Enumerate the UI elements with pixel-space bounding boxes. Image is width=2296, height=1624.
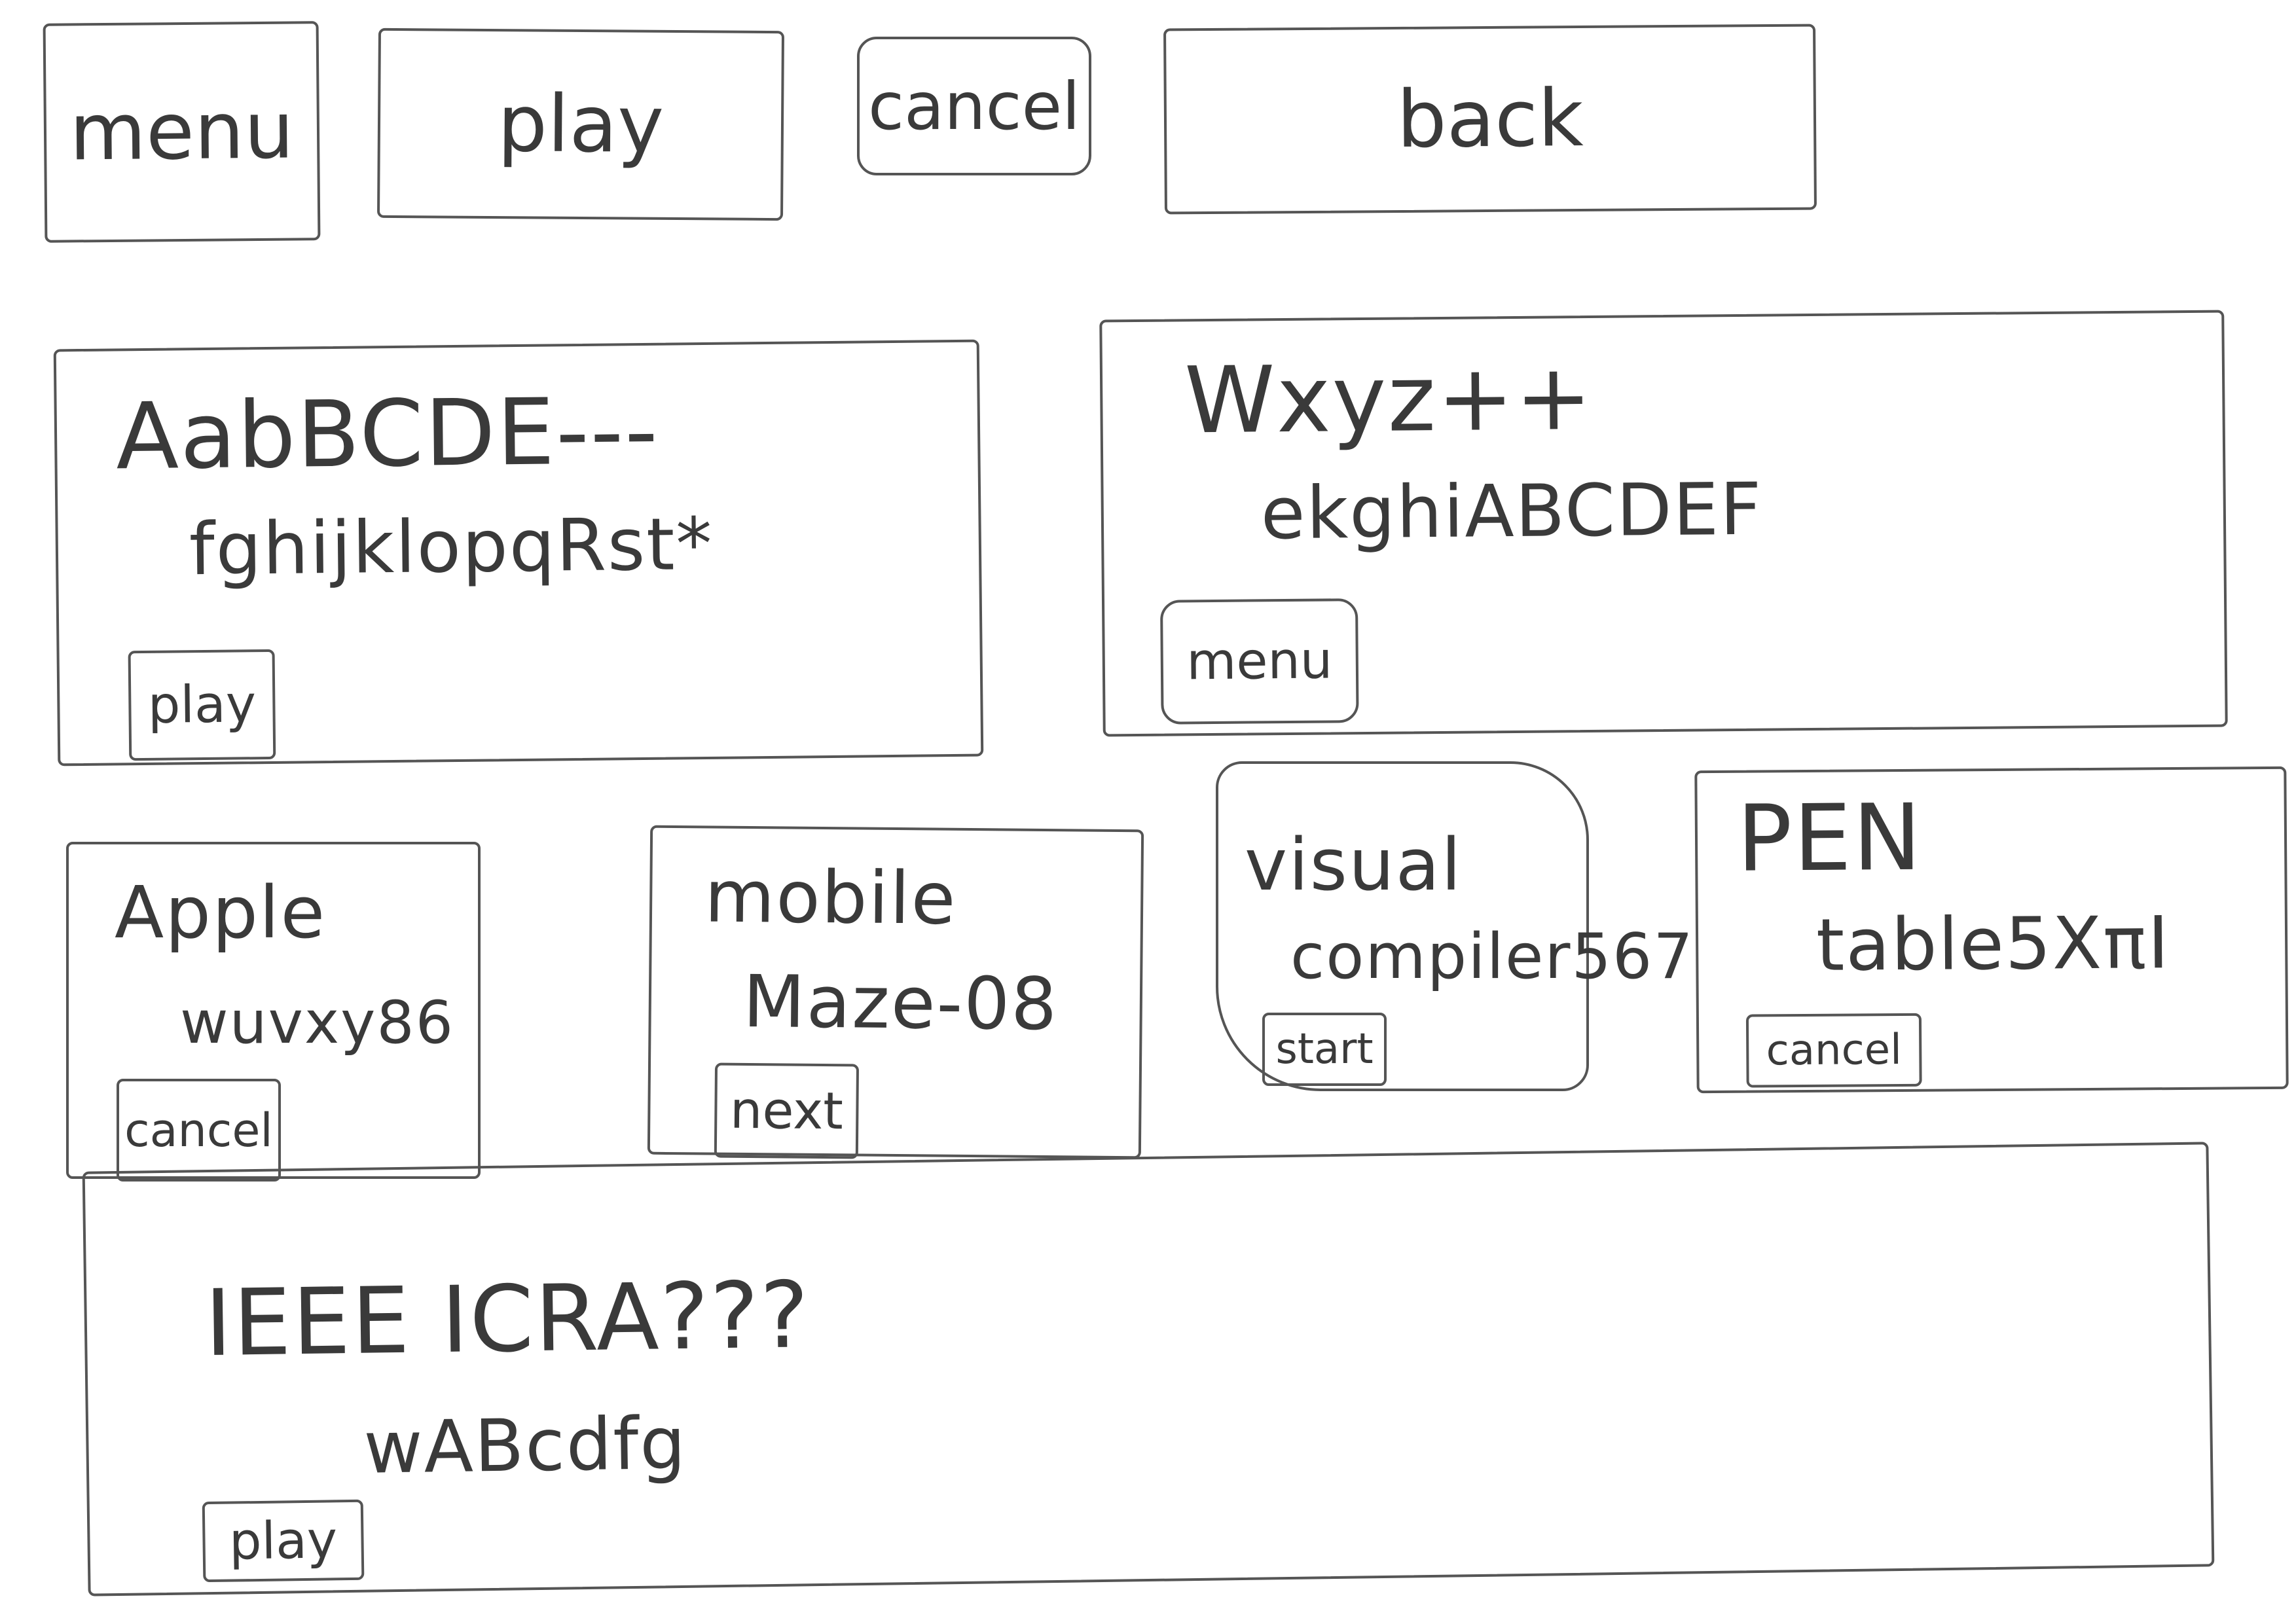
back-button-label: back xyxy=(1396,73,1584,166)
cancel-button[interactable]: cancel xyxy=(857,37,1091,175)
card-apple: Apple wuvxy86 cancel xyxy=(66,842,481,1182)
card-wxyz: Wxyz++ ekghiABCDEF menu xyxy=(1099,310,2228,737)
card-subtitle: compiler567 xyxy=(1290,921,1694,993)
card-play-button[interactable]: play xyxy=(202,1499,365,1583)
card-menu-button[interactable]: menu xyxy=(1159,598,1359,725)
button-label: start xyxy=(1275,1025,1374,1074)
card-next-button[interactable]: next xyxy=(714,1062,860,1159)
card-visual: visual compiler567 start xyxy=(1216,761,1693,1091)
card-start-button[interactable]: start xyxy=(1262,1013,1387,1086)
card-subtitle: wuvxy86 xyxy=(180,988,454,1057)
play-button[interactable]: play xyxy=(376,27,785,221)
card-cancel-button[interactable]: cancel xyxy=(117,1079,281,1182)
card-title: IEEE ICRA??? xyxy=(204,1262,811,1378)
card-title: PEN xyxy=(1736,784,1923,893)
card-alphabet: AabBCDE--- fghijklopqRst* play xyxy=(53,339,984,767)
card-pen: PEN table5XπI cancel xyxy=(1694,766,2289,1094)
card-title: mobile xyxy=(704,854,957,941)
button-label: play xyxy=(147,675,257,735)
card-subtitle: Maze-08 xyxy=(742,959,1059,1047)
button-label: cancel xyxy=(1766,1025,1903,1075)
button-label: next xyxy=(729,1081,844,1141)
card-title: visual xyxy=(1245,823,1463,907)
play-button-label: play xyxy=(497,78,665,171)
button-label: menu xyxy=(1186,631,1333,692)
card-subtitle: wABcdfg xyxy=(363,1401,687,1490)
menu-button[interactable]: menu xyxy=(43,21,321,243)
card-title: Wxyz++ xyxy=(1184,344,1594,455)
card-subtitle: fghijklopqRst* xyxy=(189,501,714,592)
card-ieee: IEEE ICRA??? wABcdfg play xyxy=(82,1142,2215,1597)
menu-button-label: menu xyxy=(69,85,295,179)
card-subtitle: ekghiABCDEF xyxy=(1260,467,1763,556)
card-subtitle: table5XπI xyxy=(1815,901,2171,987)
card-mobile: mobile Maze-08 next xyxy=(647,825,1144,1159)
card-play-button[interactable]: play xyxy=(128,649,276,761)
card-title: Apple xyxy=(115,871,327,954)
cancel-button-label: cancel xyxy=(868,67,1080,145)
button-label: cancel xyxy=(124,1103,273,1157)
card-title: AabBCDE--- xyxy=(115,378,660,491)
card-cancel-button[interactable]: cancel xyxy=(1745,1013,1922,1088)
button-label: play xyxy=(228,1510,338,1572)
back-button[interactable]: back xyxy=(1163,24,1817,215)
